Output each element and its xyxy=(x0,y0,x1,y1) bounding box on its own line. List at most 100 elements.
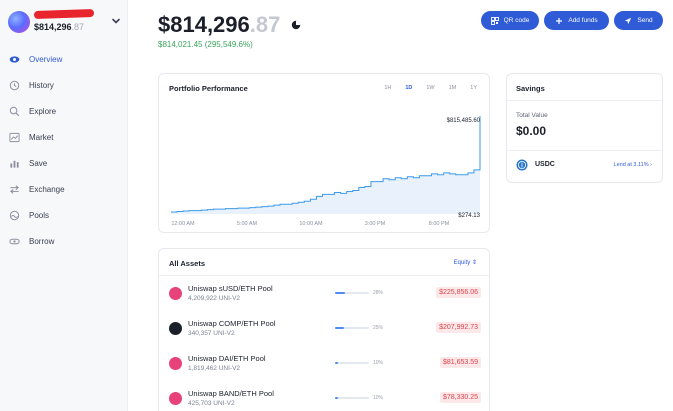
allocation-bar xyxy=(335,397,369,399)
sidebar-item-label: History xyxy=(29,80,54,90)
x-tick-label: 3:00 PM xyxy=(365,221,386,227)
asset-value: $78,330.25 xyxy=(439,392,481,403)
token-icon xyxy=(169,322,182,335)
asset-quantity: 4,209,922 UNI-V2 xyxy=(188,295,241,302)
send-icon xyxy=(625,17,632,24)
account-balance-cents: .87 xyxy=(71,22,85,32)
send-button-label: Send xyxy=(637,17,653,24)
plus-icon xyxy=(556,17,563,24)
qr-code-button[interactable]: QR code xyxy=(481,11,539,30)
asset-row[interactable]: Uniswap sUSD/ETH Pool 4,209,922 UNI-V2 2… xyxy=(159,277,489,312)
sidebar-item-pools[interactable]: Pools xyxy=(0,202,128,228)
market-chart-icon xyxy=(9,132,20,142)
allocation-percent: 10% xyxy=(373,395,384,401)
pools-icon xyxy=(9,210,20,220)
asset-row[interactable]: Uniswap BAND/ETH Pool 425,703 UNI-V2 10%… xyxy=(159,382,489,411)
allocation-percent: 28% xyxy=(373,290,384,296)
sidebar-nav: Overview History Explore Market Save Exc… xyxy=(0,46,128,254)
add-funds-button[interactable]: Add funds xyxy=(544,11,609,30)
usdc-token-icon xyxy=(516,159,528,171)
savings-asset-name: USDC xyxy=(535,161,555,168)
portfolio-gain: $814,021.45 (295,549.6%) xyxy=(158,40,253,49)
chevron-down-icon[interactable] xyxy=(110,15,122,27)
portfolio-balance-cents: .87 xyxy=(249,12,281,37)
history-icon xyxy=(9,80,20,90)
allocation-bar xyxy=(335,327,369,329)
sidebar-item-borrow[interactable]: Borrow xyxy=(0,228,128,254)
all-assets-card: All Assets Equity ⇕ Uniswap sUSD/ETH Poo… xyxy=(158,248,490,411)
sidebar-item-overview[interactable]: Overview xyxy=(0,46,128,72)
divider xyxy=(507,150,662,151)
total-value: $0.00 xyxy=(516,124,547,138)
portfolio-header: $814,296.87 $814,021.45 (295,549.6%) QR … xyxy=(158,10,668,54)
sidebar-item-save[interactable]: Save xyxy=(0,150,128,176)
lend-link-label: Lend at 3.11% xyxy=(613,162,649,168)
qr-code-icon xyxy=(490,16,499,25)
x-tick-label: 5:00 AM xyxy=(237,221,258,227)
sort-arrows-icon: ⇕ xyxy=(471,260,477,266)
total-value-label: Total Value xyxy=(516,112,548,119)
portfolio-balance: $814,296.87 xyxy=(158,12,280,38)
qr-code-button-label: QR code xyxy=(503,17,530,24)
chart-area-fill xyxy=(171,116,480,214)
account-name-redacted xyxy=(33,8,95,20)
sidebar-item-label: Exchange xyxy=(29,184,65,194)
send-button[interactable]: Send xyxy=(614,11,663,30)
sidebar: $814,296.87 Overview History Explore Mar… xyxy=(0,0,128,411)
sidebar-item-explore[interactable]: Explore xyxy=(0,98,128,124)
sidebar-item-label: Market xyxy=(29,132,54,142)
add-funds-button-label: Add funds xyxy=(568,17,598,24)
sidebar-item-market[interactable]: Market xyxy=(0,124,128,150)
asset-name: Uniswap COMP/ETH Pool xyxy=(188,319,276,328)
x-tick-label: 8:00 PM xyxy=(429,221,450,227)
exchange-icon xyxy=(10,184,19,194)
borrow-icon xyxy=(9,238,20,244)
bar-chart-icon xyxy=(10,160,19,168)
chart-high-label: $815,485.60 xyxy=(447,118,481,124)
performance-chart[interactable]: $815,485.60 $274.13 12:00 AM 5:00 AM 10:00… xyxy=(159,74,491,234)
sidebar-item-exchange[interactable]: Exchange xyxy=(0,176,128,202)
divider xyxy=(507,100,662,101)
asset-name: Uniswap sUSD/ETH Pool xyxy=(188,284,273,293)
sidebar-item-label: Overview xyxy=(29,54,63,64)
sidebar-item-label: Explore xyxy=(29,106,57,116)
sort-dropdown-label: Equity xyxy=(453,260,471,266)
token-icon xyxy=(169,392,182,405)
x-tick-label: 10:00 AM xyxy=(299,221,323,227)
chart-x-axis: 12:00 AM 5:00 AM 10:00 AM 3:00 PM 8:00 PM xyxy=(171,221,449,227)
account-balance: $814,296.87 xyxy=(34,22,84,32)
sidebar-item-label: Pools xyxy=(29,210,50,220)
sidebar-item-history[interactable]: History xyxy=(0,72,128,98)
savings-card: Savings Total Value $0.00 USDC Lend at 3… xyxy=(506,73,663,183)
x-tick-label: 12:00 AM xyxy=(171,221,195,227)
chart-low-label: $274.13 xyxy=(458,213,480,219)
allocation-percent: 10% xyxy=(373,360,384,366)
allocation-percent: 25% xyxy=(373,325,384,331)
token-icon xyxy=(169,357,182,370)
lend-link[interactable]: Lend at 3.11% › xyxy=(614,162,652,168)
portfolio-balance-main: $814,296 xyxy=(158,12,250,37)
asset-name: Uniswap BAND/ETH Pool xyxy=(188,389,274,398)
sort-dropdown[interactable]: Equity ⇕ xyxy=(454,259,477,266)
asset-quantity: 340,357 UNI-V2 xyxy=(188,330,235,337)
asset-value: $81,653.59 xyxy=(439,357,481,368)
avatar xyxy=(8,11,30,33)
allocation-bar xyxy=(335,292,369,294)
asset-row[interactable]: Uniswap DAI/ETH Pool 1,819,462 UNI-V2 10… xyxy=(159,347,489,382)
sidebar-item-label: Save xyxy=(29,158,48,168)
sidebar-item-label: Borrow xyxy=(29,236,55,246)
asset-name: Uniswap DAI/ETH Pool xyxy=(188,354,266,363)
token-icon xyxy=(169,287,182,300)
assets-title: All Assets xyxy=(169,259,205,268)
asset-quantity: 425,703 UNI-V2 xyxy=(188,400,235,407)
allocation-bar-fill xyxy=(335,362,339,364)
asset-row[interactable]: Uniswap COMP/ETH Pool 340,357 UNI-V2 25%… xyxy=(159,312,489,347)
chevron-right-icon: › xyxy=(650,162,652,168)
asset-value: $225,856.06 xyxy=(436,287,481,298)
search-icon xyxy=(9,106,20,116)
account-balance-main: $814,296 xyxy=(34,22,72,32)
allocation-bar xyxy=(335,362,369,364)
account-switcher[interactable]: $814,296.87 xyxy=(6,8,124,38)
allocation-bar-fill xyxy=(335,292,345,294)
pie-chart-icon[interactable] xyxy=(291,20,301,30)
